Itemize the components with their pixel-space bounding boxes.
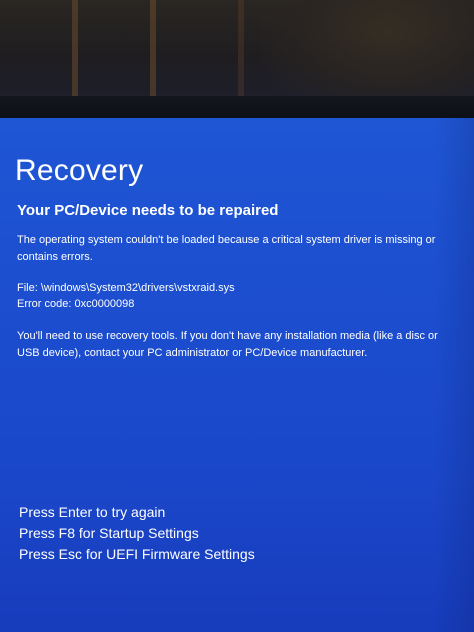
room-light-glow [260, 0, 474, 110]
recovery-options-list: Press Enter to try again Press F8 for St… [19, 502, 255, 565]
photo-frame: Recovery Your PC/Device needs to be repa… [0, 0, 474, 632]
option-uefi-firmware-settings[interactable]: Press Esc for UEFI Firmware Settings [19, 544, 255, 565]
screen-edge-shading [434, 118, 474, 632]
window-blind-stripe [150, 0, 156, 105]
window-blind-stripe [72, 0, 78, 105]
file-path-line: File: \windows\System32\drivers\vstxraid… [17, 282, 235, 294]
error-code-line: Error code: 0xc0000098 [17, 298, 135, 310]
error-message: The operating system couldn't be loaded … [17, 234, 436, 263]
page-title: Recovery [15, 154, 144, 187]
page-subtitle: Your PC/Device needs to be repaired [17, 202, 279, 219]
option-try-again[interactable]: Press Enter to try again [19, 502, 255, 523]
recovery-advice: You'll need to use recovery tools. If yo… [17, 330, 438, 359]
recovery-screen: Recovery Your PC/Device needs to be repa… [0, 118, 474, 632]
window-blind-stripe [238, 0, 244, 105]
monitor-bezel [0, 96, 474, 120]
option-startup-settings[interactable]: Press F8 for Startup Settings [19, 523, 255, 544]
